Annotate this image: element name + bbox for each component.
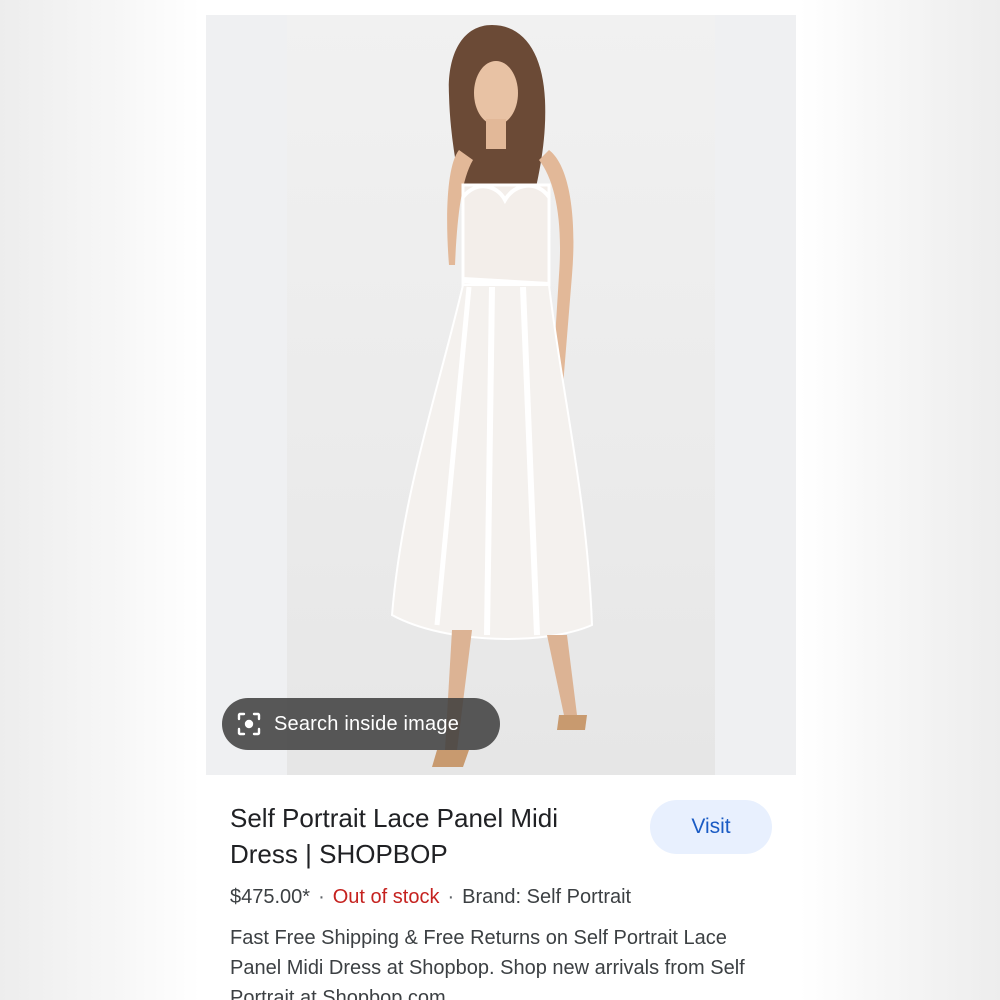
product-photo[interactable] [287,15,715,775]
product-price: $475.00* [230,886,311,908]
product-title[interactable]: Self Portrait Lace Panel Midi Dress | SH… [230,800,630,872]
meta-separator: · [318,886,325,908]
meta-separator: · [447,886,455,908]
stock-status: Out of stock [332,886,440,908]
product-brand: Brand: Self Portrait [462,886,632,908]
search-inside-image-button[interactable]: Search inside image [222,698,500,750]
product-description: Fast Free Shipping & Free Returns on Sel… [230,927,745,1000]
model-illustration [390,25,594,767]
search-inside-image-label: Search inside image [274,712,460,735]
card-top-edge [206,0,796,15]
product-image-area[interactable]: Search inside image [206,15,796,775]
lens-search-icon [236,711,262,737]
product-meta-line: $475.00* · Out of stock · Brand: Self Portra… [230,886,631,909]
product-card: Search inside image Self Portrait Lace P… [206,0,796,1000]
visit-button[interactable]: Visit [650,800,772,854]
